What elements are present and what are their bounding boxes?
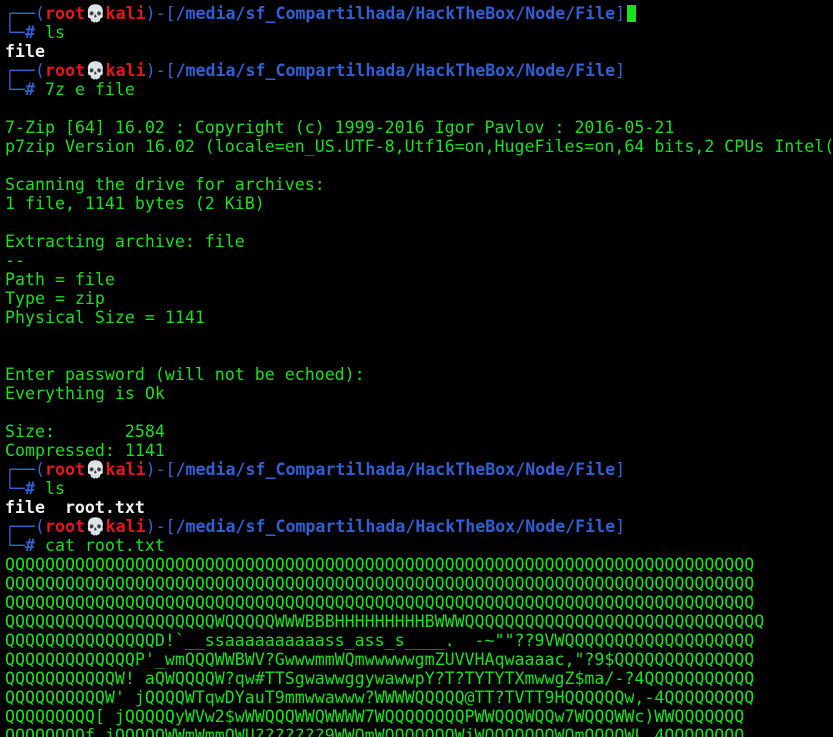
prompt-dir-close: ] <box>615 460 626 479</box>
prompt-hash: # <box>24 479 45 498</box>
command-output-line: Enter password (will not be echoed): <box>5 365 365 384</box>
prompt-path: /media/sf_Compartilhada/HackTheBox/Node/… <box>175 460 616 479</box>
prompt-path: /media/sf_Compartilhada/HackTheBox/Node/… <box>175 61 616 80</box>
command-output-line: 7-Zip [64] 16.02 : Copyright (c) 1999-20… <box>5 118 675 137</box>
prompt-hash: # <box>24 80 45 99</box>
ascii-art-line: QQQQQQQQQQQQQQQQQQQQQQQQQQQQQQQQQQQQQQQQ… <box>5 574 755 593</box>
command-output-line: Size: 2584 <box>5 422 165 441</box>
command-text: 7z e file <box>44 80 135 99</box>
prompt-user: root <box>44 61 85 80</box>
command-output-line: -- <box>5 251 25 270</box>
prompt-dir-close: ] <box>615 4 626 23</box>
ascii-art-line: QQQQQQQQQQQQQQQQQQQQQQQQQQQQQQQQQQQQQQQQ… <box>5 593 755 612</box>
skull-icon: 💀 <box>84 61 106 80</box>
prompt-line-top: ┌──(root💀kali)-[/media/sf_Compartilhada/… <box>5 61 833 80</box>
command-output-line: Everything is Ok <box>5 384 165 403</box>
ascii-art-line: QQQQQQQQQQQQQQQQQQQQQWQQQQQWWWBBBHHHHHHH… <box>5 612 765 631</box>
command-output-line: Path = file <box>5 270 115 289</box>
prompt-corner-top: ┌──( <box>5 4 45 23</box>
command-output-line <box>5 99 833 118</box>
prompt-dir-open: )-[ <box>145 460 176 479</box>
skull-icon: 💀 <box>84 4 106 23</box>
command-text: ls <box>44 479 65 498</box>
command-output-line <box>5 213 833 232</box>
prompt-dir-close: ] <box>615 517 626 536</box>
ascii-art-line: QQQQQQQQf jQQQQQWWmWmmQWU???????9WWQmWQQ… <box>5 726 745 737</box>
ascii-art-line: QQQQQQQQQQQQQP'_wmQQQWWBWV?GwwwmmWQmwwww… <box>5 650 755 669</box>
ascii-art-line: QQQQQQQQQ[ jQQQQQyWVw2$wWWQQQWWQWWWW7WQQ… <box>5 707 745 726</box>
prompt-user: root <box>44 517 85 536</box>
command-output-line: 1 file, 1141 bytes (2 KiB) <box>5 194 265 213</box>
prompt-line-command: └─# cat root.txt <box>5 536 833 555</box>
prompt-host: kali <box>105 4 146 23</box>
prompt-path: /media/sf_Compartilhada/HackTheBox/Node/… <box>175 517 616 536</box>
command-output-line: p7zip Version 16.02 (locale=en_US.UTF-8,… <box>5 137 833 156</box>
prompt-hash: # <box>24 536 45 555</box>
prompt-line-command: └─# ls <box>5 23 833 42</box>
command-output-line: file root.txt <box>5 498 145 517</box>
prompt-corner-bottom: └─ <box>5 23 25 42</box>
prompt-line-top: ┌──(root💀kali)-[/media/sf_Compartilhada/… <box>5 4 833 23</box>
command-output-line: Physical Size = 1141 <box>5 308 205 327</box>
skull-icon: 💀 <box>84 517 106 536</box>
command-output-line: file <box>5 42 45 61</box>
ascii-art-line: QQQQQQQQQQW' jQQQQWTqwDYauT9mmwwawww?WWW… <box>5 688 755 707</box>
prompt-line-top: ┌──(root💀kali)-[/media/sf_Compartilhada/… <box>5 517 833 536</box>
prompt-corner-bottom: └─ <box>5 479 25 498</box>
terminal-cursor <box>627 5 637 22</box>
prompt-dir-close: ] <box>615 61 626 80</box>
prompt-dir-open: )-[ <box>145 4 176 23</box>
command-output-line: Type = zip <box>5 289 105 308</box>
prompt-line-command: └─# 7z e file <box>5 80 833 99</box>
command-output-line <box>5 156 833 175</box>
prompt-user: root <box>44 460 85 479</box>
terminal-window[interactable]: ┌──(root💀kali)-[/media/sf_Compartilhada/… <box>0 0 833 737</box>
prompt-line-top: ┌──(root💀kali)-[/media/sf_Compartilhada/… <box>5 460 833 479</box>
prompt-host: kali <box>105 460 146 479</box>
command-output-line <box>5 327 833 346</box>
prompt-line-command: └─# ls <box>5 479 833 498</box>
prompt-corner-top: ┌──( <box>5 460 45 479</box>
prompt-corner-bottom: └─ <box>5 536 25 555</box>
command-text: cat root.txt <box>44 536 165 555</box>
prompt-dir-open: )-[ <box>145 517 176 536</box>
command-output-line: Extracting archive: file <box>5 232 245 251</box>
prompt-host: kali <box>105 61 146 80</box>
prompt-corner-top: ┌──( <box>5 61 45 80</box>
skull-icon: 💀 <box>84 460 106 479</box>
command-output-line <box>5 346 833 365</box>
ascii-art-line: QQQQQQQQQQQW! aQWQQQQW?qw#TTSgwawwggywaw… <box>5 669 755 688</box>
prompt-dir-open: )-[ <box>145 61 176 80</box>
ascii-art-line: QQQQQQQQQQQQQQQD!`__ssaaaaaaaaaass_ass_s… <box>5 631 755 650</box>
command-output-line <box>5 403 833 422</box>
ascii-art-line: QQQQQQQQQQQQQQQQQQQQQQQQQQQQQQQQQQQQQQQQ… <box>5 555 755 574</box>
command-output-line: Scanning the drive for archives: <box>5 175 325 194</box>
prompt-user: root <box>44 4 85 23</box>
command-output-line: Compressed: 1141 <box>5 441 165 460</box>
command-text: ls <box>44 23 65 42</box>
prompt-path: /media/sf_Compartilhada/HackTheBox/Node/… <box>175 4 616 23</box>
prompt-corner-top: ┌──( <box>5 517 45 536</box>
prompt-corner-bottom: └─ <box>5 80 25 99</box>
prompt-host: kali <box>105 517 146 536</box>
prompt-hash: # <box>24 23 45 42</box>
